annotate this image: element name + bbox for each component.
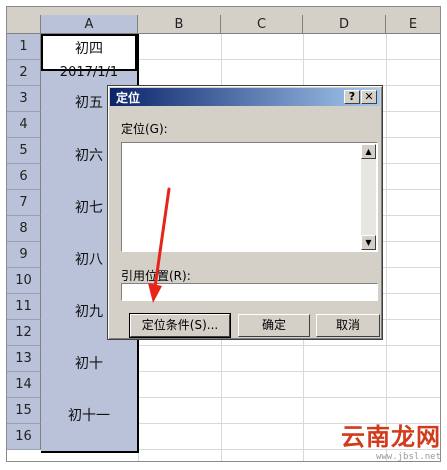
- annotation-arrow-icon: [148, 187, 171, 303]
- screenshot-frame: A B C D E 1 2 3 4 5 6 7 8 9 10 11 12 13 …: [6, 6, 441, 462]
- watermark-text: 云南龙网: [341, 423, 441, 451]
- arrow-head: [148, 283, 162, 303]
- arrow-shaft: [153, 187, 171, 289]
- watermark: 云南龙网 www.jbsl.net: [341, 417, 441, 462]
- watermark-url: www.jbsl.net: [375, 452, 441, 462]
